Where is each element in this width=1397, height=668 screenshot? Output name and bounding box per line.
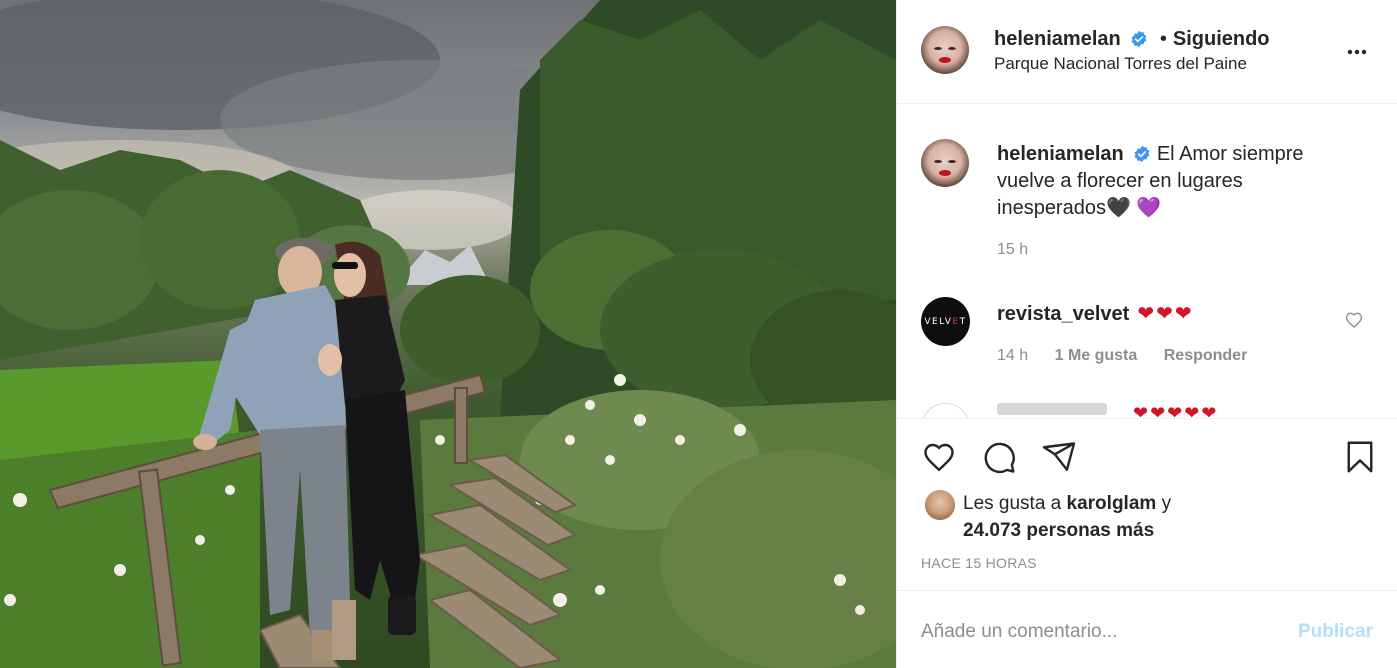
avatar-logo-text: T <box>959 316 967 327</box>
photo-scene <box>0 0 896 668</box>
post-side-panel: heleniamelan • Siguiendo Parque Nacional … <box>896 0 1397 668</box>
partial-comment: ❤❤❤❤❤ <box>921 401 1301 418</box>
post-header: heleniamelan • Siguiendo Parque Nacional … <box>897 0 1397 104</box>
caption-emojis: 🖤 💜 <box>1105 197 1162 219</box>
comment-like-heart-icon[interactable] <box>1344 310 1364 330</box>
reply-button[interactable]: Responder <box>1164 347 1248 364</box>
liker-username[interactable]: karolglam <box>1067 493 1157 514</box>
commenter-avatar[interactable]: VELV E T <box>921 297 970 346</box>
post-caption: heleniamelan El Amor siempre vuelve a fl… <box>997 141 1357 222</box>
likes-connector: y <box>1161 493 1172 514</box>
caption-username[interactable]: heleniamelan <box>997 143 1124 165</box>
avatar-lips <box>939 57 951 63</box>
avatar-logo-text: VELV <box>924 316 953 327</box>
add-comment-bar: Publicar <box>897 590 1397 668</box>
likes-prefix: Les gusta a <box>963 493 1062 514</box>
verified-badge-icon <box>1134 145 1150 163</box>
caption-author-avatar[interactable] <box>921 139 969 187</box>
following-button[interactable]: Siguiendo <box>1173 28 1270 50</box>
comment-timestamp[interactable]: 14 h <box>997 347 1028 364</box>
add-comment-input[interactable] <box>921 619 1281 645</box>
share-paper-plane-icon[interactable] <box>1041 439 1077 475</box>
commenter-avatar <box>921 403 970 418</box>
comment-meta: 14 h 1 Me gusta Responder <box>997 347 1269 365</box>
more-options-icon[interactable] <box>1345 40 1369 64</box>
header-title: heleniamelan • Siguiendo <box>994 28 1270 51</box>
post-actions: Les gusta a karolglam y 24.073 personas … <box>897 418 1397 668</box>
avatar-eye <box>934 160 942 163</box>
avatar-eye <box>934 47 942 50</box>
publish-button[interactable]: Publicar <box>1298 621 1373 643</box>
header-separator: • <box>1159 28 1167 50</box>
post-location[interactable]: Parque Nacional Torres del Paine <box>994 54 1247 74</box>
avatar-lips <box>939 170 951 176</box>
likes-summary: Les gusta a karolglam y 24.073 personas … <box>963 490 1363 544</box>
commenter-username[interactable]: revista_velvet <box>997 303 1129 325</box>
verified-badge-icon <box>1131 30 1147 48</box>
post-timestamp[interactable]: HACE 15 HORAS <box>921 555 1037 571</box>
comment-bubble-icon[interactable] <box>981 439 1017 475</box>
caption-timestamp[interactable]: 15 h <box>997 241 1028 259</box>
liker-avatar[interactable] <box>925 490 955 520</box>
comment-body: revista_velvet ❤❤❤ <box>997 301 1194 326</box>
commenter-username-cut <box>997 403 1107 415</box>
author-username[interactable]: heleniamelan <box>994 28 1121 50</box>
avatar-eye <box>948 47 956 50</box>
likes-count-link[interactable]: 24.073 personas más <box>963 520 1154 541</box>
comments-list[interactable]: heleniamelan El Amor siempre vuelve a fl… <box>897 105 1397 418</box>
save-bookmark-icon[interactable] <box>1342 439 1378 475</box>
post-photo[interactable] <box>0 0 896 668</box>
author-avatar[interactable] <box>921 26 969 74</box>
avatar-logo-accent: E <box>952 316 960 327</box>
like-heart-icon[interactable] <box>921 439 957 475</box>
avatar-eye <box>948 160 956 163</box>
comment-hearts: ❤❤❤ <box>1137 303 1194 325</box>
comment-hearts: ❤❤❤❤❤ <box>1133 403 1219 418</box>
comment-likes-link[interactable]: 1 Me gusta <box>1055 347 1138 364</box>
